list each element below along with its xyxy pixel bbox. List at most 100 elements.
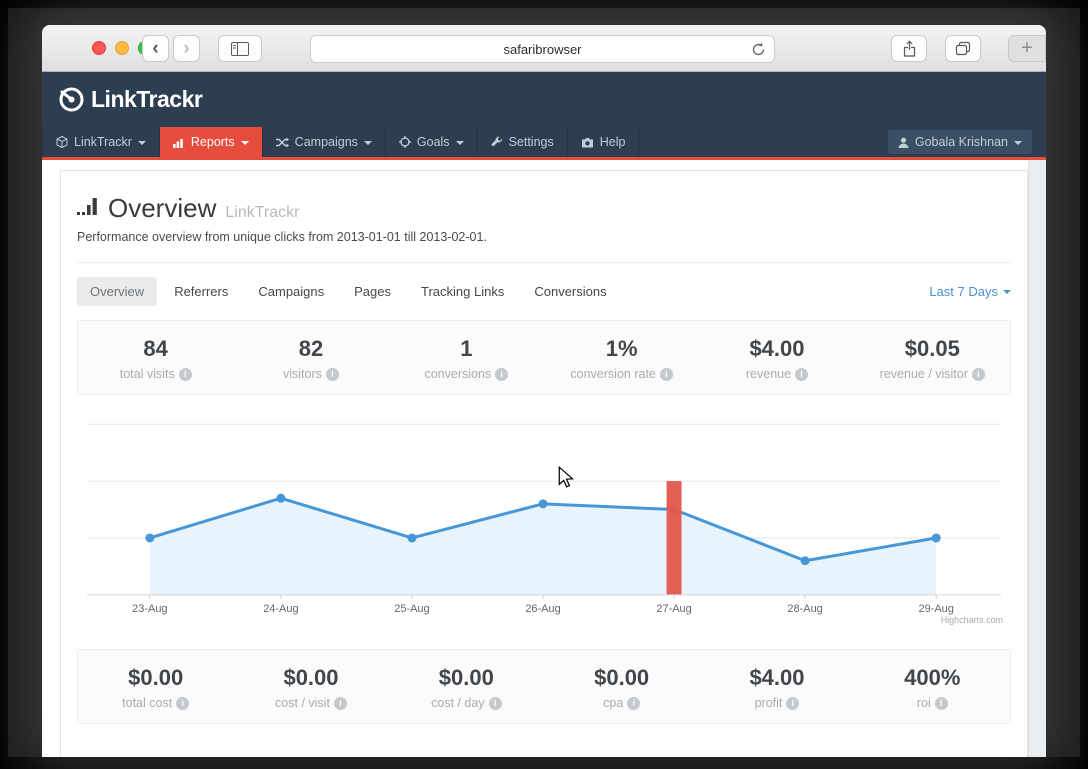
chevron-down-icon xyxy=(1014,140,1022,145)
info-icon[interactable]: i xyxy=(971,367,985,381)
share-button[interactable] xyxy=(891,35,927,62)
browser-toolbar: ‹ › safaribrowser + xyxy=(42,25,1046,72)
stat-value: 82 xyxy=(298,336,324,361)
nav-item-settings[interactable]: Settings xyxy=(478,127,568,157)
stats-icon xyxy=(77,198,97,215)
info-icon[interactable]: i xyxy=(495,367,509,381)
nav-item-goals[interactable]: Goals xyxy=(386,127,478,157)
back-icon: ‹ xyxy=(152,37,159,59)
plus-icon: + xyxy=(1021,37,1033,59)
sidebar-toggle-button[interactable] xyxy=(218,35,262,62)
nav-item-campaigns[interactable]: Campaigns xyxy=(263,127,386,157)
tab-tracking-links[interactable]: Tracking Links xyxy=(408,277,517,306)
address-bar[interactable]: safaribrowser xyxy=(310,35,775,63)
forward-button[interactable]: › xyxy=(173,35,200,62)
stat-value: $0.00 xyxy=(594,665,650,690)
date-range-selector[interactable]: Last 7 Days xyxy=(929,284,1011,299)
overview-chart[interactable]: 23-Aug 24-Aug 25-Aug 26-Aug 27-Aug 28-Aug 29-A… xyxy=(77,405,1011,637)
stat-value: $0.00 xyxy=(438,665,494,690)
nav-item-linktrackr[interactable]: LinkTrackr xyxy=(42,127,160,157)
info-icon[interactable]: i xyxy=(333,696,347,710)
info-icon[interactable]: i xyxy=(178,367,192,381)
app-logo-text[interactable]: LinkTrackr xyxy=(91,86,203,113)
nav-item-help[interactable]: Help xyxy=(568,127,640,157)
info-icon[interactable]: i xyxy=(176,696,190,710)
minimize-window-icon[interactable] xyxy=(115,41,129,55)
cube-icon xyxy=(56,136,68,148)
address-bar-text: safaribrowser xyxy=(503,41,582,57)
safari-window: ‹ › safaribrowser + LinkTrackr LinkTrack… xyxy=(42,25,1046,757)
back-button[interactable]: ‹ xyxy=(142,35,169,62)
reload-icon[interactable] xyxy=(750,41,767,58)
sidebar-icon xyxy=(231,41,249,56)
user-name: Gobala Krishnan xyxy=(914,135,1008,149)
stat-value: 1 xyxy=(460,336,473,361)
stat-total-visits: 84 total visits i xyxy=(78,336,233,381)
nav-item-label: Goals xyxy=(416,135,450,149)
date-range-label: Last 7 Days xyxy=(929,284,998,299)
svg-text:Highcharts.com: Highcharts.com xyxy=(941,615,1003,625)
stats-panel-bottom: $0.00 total cost i $0.00 cost / visit i $0… xyxy=(77,649,1011,724)
show-tabs-button[interactable] xyxy=(945,35,981,62)
stat-value: 1% xyxy=(605,336,638,361)
forward-icon: › xyxy=(183,37,190,59)
close-window-icon[interactable] xyxy=(92,41,106,55)
svg-text:23-Aug: 23-Aug xyxy=(132,603,167,615)
nav-item-label: LinkTrackr xyxy=(74,135,132,149)
report-tabs: Overview Referrers Campaigns Pages Track… xyxy=(61,263,1027,312)
info-icon[interactable]: i xyxy=(786,696,800,710)
stat-cost-per-visit: $0.00 cost / visit i xyxy=(233,665,388,710)
tab-pages[interactable]: Pages xyxy=(341,277,404,306)
stat-revenue: $4.00 revenue i xyxy=(699,336,854,381)
chevron-down-icon xyxy=(137,140,146,145)
info-icon[interactable]: i xyxy=(627,696,641,710)
info-icon[interactable]: i xyxy=(488,696,502,710)
app-header: LinkTrackr xyxy=(42,72,1046,127)
stat-label: conversions xyxy=(424,367,492,381)
stat-roi: 400% roi i xyxy=(855,665,1010,710)
stat-label: total cost xyxy=(122,696,173,710)
stat-profit: $4.00 profit i xyxy=(699,665,854,710)
stat-value: $0.05 xyxy=(904,336,960,361)
tab-overview[interactable]: Overview xyxy=(77,277,158,306)
info-icon[interactable]: i xyxy=(659,367,673,381)
nav-item-label: Campaigns xyxy=(294,135,358,149)
target-icon xyxy=(398,136,411,148)
info-icon[interactable]: i xyxy=(325,367,339,381)
nav-item-reports[interactable]: Reports xyxy=(159,127,263,157)
scrollbar-track[interactable] xyxy=(1028,160,1046,757)
stat-label: cost / day xyxy=(431,696,485,710)
tab-conversions[interactable]: Conversions xyxy=(521,277,619,306)
stat-value: 400% xyxy=(904,665,961,690)
chevron-down-icon xyxy=(455,140,464,145)
stat-label: revenue / visitor xyxy=(879,367,968,381)
svg-text:27-Aug: 27-Aug xyxy=(656,603,691,615)
svg-text:26-Aug: 26-Aug xyxy=(525,603,560,615)
stat-conversion-rate: 1% conversion rate i xyxy=(544,336,699,381)
nav-item-label: Reports xyxy=(190,135,235,149)
page-content: Overview LinkTrackr Performance overview… xyxy=(42,160,1046,757)
svg-text:28-Aug: 28-Aug xyxy=(787,603,822,615)
panel-header: Overview LinkTrackr Performance overview… xyxy=(61,171,1027,263)
share-icon xyxy=(903,40,915,57)
info-icon[interactable]: i xyxy=(934,696,948,710)
tab-campaigns[interactable]: Campaigns xyxy=(245,277,337,306)
stat-cpa: $0.00 cpa i xyxy=(544,665,699,710)
stat-conversions: 1 conversions i xyxy=(389,336,544,381)
page-title: Overview xyxy=(108,193,217,223)
stat-value: $0.00 xyxy=(283,665,339,690)
stat-total-cost: $0.00 total cost i xyxy=(78,665,233,710)
stat-label: visitors xyxy=(283,367,322,381)
nav-item-label: Help xyxy=(599,135,626,149)
stat-label: conversion rate xyxy=(570,367,656,381)
stat-revenue-per-visitor: $0.05 revenue / visitor i xyxy=(855,336,1010,381)
new-tab-button[interactable]: + xyxy=(1008,35,1046,62)
tab-referrers[interactable]: Referrers xyxy=(161,277,241,306)
chevron-down-icon xyxy=(1003,290,1011,294)
overview-panel: Overview LinkTrackr Performance overview… xyxy=(60,170,1028,757)
chevron-down-icon xyxy=(363,140,372,145)
svg-text:24-Aug: 24-Aug xyxy=(263,603,298,615)
page-subtitle: Performance overview from unique clicks … xyxy=(77,230,487,244)
info-icon[interactable]: i xyxy=(795,367,809,381)
user-menu[interactable]: Gobala Krishnan xyxy=(887,130,1032,154)
